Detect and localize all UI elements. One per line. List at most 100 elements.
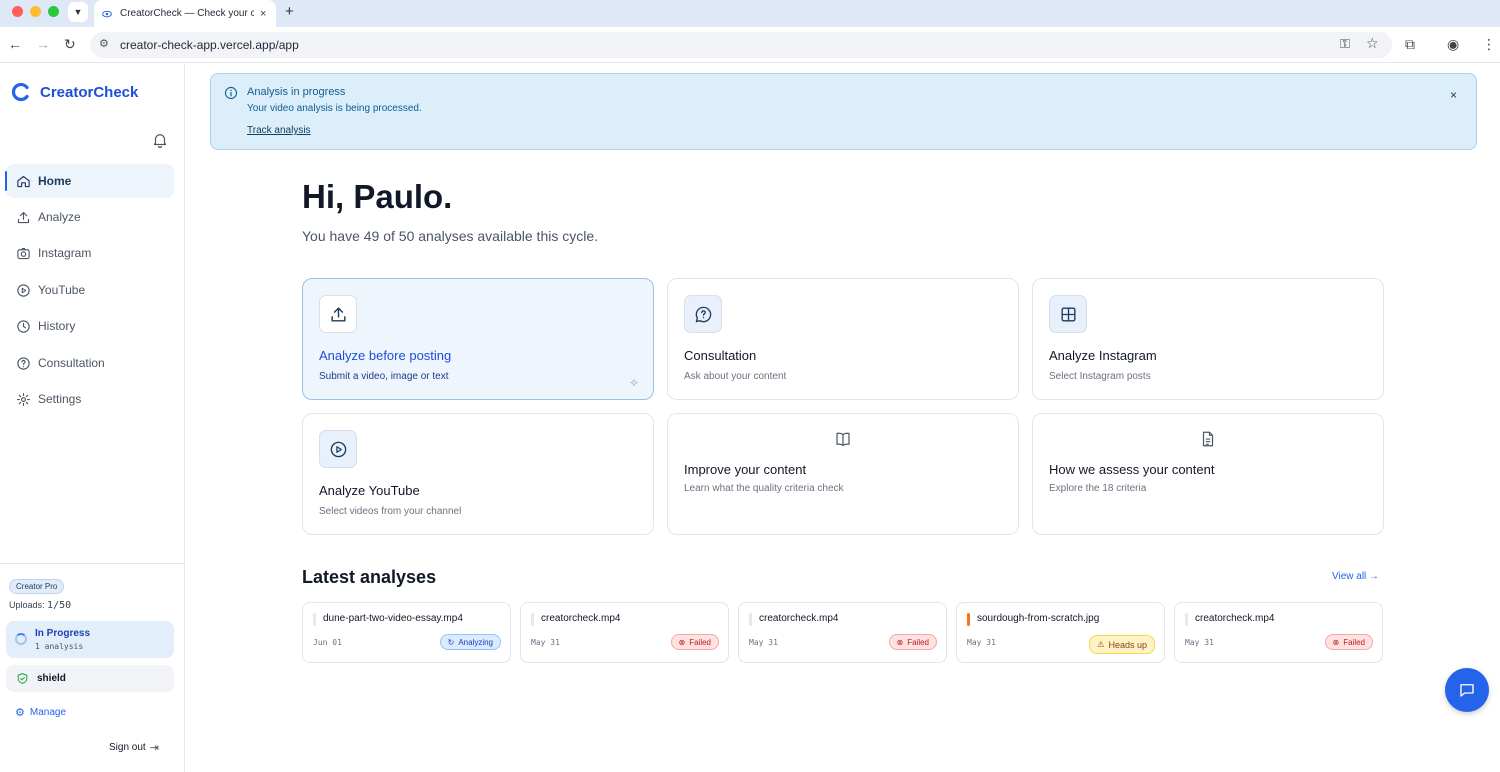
alert-close-icon[interactable]: × [1450,88,1457,102]
app-name: CreatorCheck [40,83,139,101]
analysis-filename: creatorcheck.mp4 [1195,613,1275,624]
card-consultation[interactable]: Consultation Ask about your content [667,278,1019,400]
info-icon [224,86,238,100]
key-icon[interactable]: ⚿ [1340,36,1350,52]
card-icon-box [684,295,722,333]
sidebar-item-history[interactable]: History [6,309,174,343]
profile-icon[interactable]: ◉ [1447,36,1459,53]
status-bar [1185,613,1188,626]
page-title: Hi, Paulo. [302,178,453,215]
in-progress-indicator[interactable]: In Progress 1 analysis [6,621,174,658]
analysis-card[interactable]: creatorcheck.mp4 May 31 ⊗ Failed [738,602,947,663]
warning-icon: ⚠ [1097,640,1105,649]
alert-body: Your video analysis is being processed. [247,103,422,114]
browser-menu-icon[interactable]: ⋮ [1482,36,1496,53]
window-close-button[interactable] [12,6,23,17]
help-circle-icon [17,356,30,370]
shield-check-icon [17,673,28,684]
status-badge: ⊗ Failed [1324,634,1373,650]
forward-icon[interactable]: → [36,36,50,52]
sidebar-item-label: Instagram [38,246,92,260]
analysis-card[interactable]: creatorcheck.mp4 May 31 ⊗ Failed [1174,602,1383,663]
analysis-filename: dune-part-two-video-essay.mp4 [323,613,463,624]
chat-question-icon [695,306,711,322]
status-badge: ⊗ Failed [888,634,937,650]
sidebar-item-analyze[interactable]: Analyze [6,200,174,234]
app-logo[interactable]: CreatorCheck [11,82,138,102]
card-subtitle: Select Instagram posts [1049,371,1151,382]
status-label: Failed [689,637,711,647]
sparkle-icon: ✧ [629,376,640,390]
reload-icon[interactable]: ↻ [64,36,76,53]
sidebar-item-consultation[interactable]: Consultation [6,346,174,380]
sign-out-button[interactable]: Sign out ⇥ [109,741,159,754]
address-bar[interactable]: ⚙ creator-check-app.vercel.app/app ⚿ ☆ [90,32,1392,58]
sign-out-label: Sign out [109,742,146,753]
status-bar [749,613,752,626]
sidebar-item-instagram[interactable]: Instagram [6,236,174,270]
card-title: How we assess your content [1049,462,1215,477]
card-analyze-before-posting[interactable]: Analyze before posting Submit a video, i… [302,278,654,400]
quota-subtitle: You have 49 of 50 analyses available thi… [302,228,599,244]
tab-close-icon[interactable]: × [260,8,266,20]
bell-icon[interactable] [151,131,169,149]
analysis-date: May 31 [531,638,560,647]
view-all-link[interactable]: View all → [1332,571,1379,582]
track-analysis-link[interactable]: Track analysis [247,125,311,136]
card-subtitle: Select videos from your channel [319,506,462,517]
window-zoom-button[interactable] [48,6,59,17]
sidebar-item-home[interactable]: Home [5,164,174,198]
status-bar [967,613,970,626]
sidebar-divider [0,563,184,564]
upload-icon [330,306,346,322]
card-icon-box [319,295,357,333]
uploads-counter: Uploads: 1/50 [9,600,71,611]
analysis-alert: Analysis in progress Your video analysis… [210,73,1477,150]
card-analyze-instagram[interactable]: Analyze Instagram Select Instagram posts [1032,278,1384,400]
analysis-card[interactable]: creatorcheck.mp4 May 31 ⊗ Failed [520,602,729,663]
new-tab-button[interactable]: + [285,3,294,20]
card-title: Analyze YouTube [319,483,420,498]
site-settings-icon[interactable]: ⚙ [99,37,109,50]
status-label: Heads up [1108,639,1147,650]
card-title: Improve your content [684,462,807,477]
card-subtitle: Explore the 18 criteria [1049,483,1147,494]
analysis-date: May 31 [967,638,996,647]
card-assessment-criteria[interactable]: How we assess your content Explore the 1… [1032,413,1384,535]
camera-icon [17,247,30,259]
tab-search-button[interactable]: ▼ [68,2,88,22]
analysis-date: Jun 01 [313,638,342,647]
back-icon[interactable]: ← [8,36,22,52]
browser-tab[interactable]: CreatorCheck — Check your content × [94,0,276,27]
spinner-icon [15,633,27,645]
analysis-card[interactable]: sourdough-from-scratch.jpg May 31 ⚠ Heads… [956,602,1165,663]
logo-icon [11,82,29,102]
sidebar-item-label: History [38,319,76,333]
manage-link[interactable]: ⚙ Manage [15,706,66,719]
sidebar-item-label: Settings [38,392,82,406]
sidebar-item-youtube[interactable]: YouTube [6,273,174,307]
document-icon [1202,431,1214,447]
home-icon [17,175,30,187]
extensions-icon[interactable]: ⧉ [1405,36,1415,53]
status-label: Failed [1343,637,1365,647]
browser-toolbar: ← → ↻ ⚙ creator-check-app.vercel.app/app… [0,27,1500,63]
play-circle-icon [17,283,30,297]
sign-out-icon: ⇥ [149,742,159,754]
browser-tab-bar: ▼ CreatorCheck — Check your content × + [0,0,1500,27]
play-circle-icon [330,441,346,457]
window-minimize-button[interactable] [30,6,41,17]
chat-button[interactable] [1445,668,1489,712]
shield-status[interactable]: shield [6,665,174,692]
card-icon-box [1049,295,1087,333]
card-analyze-youtube[interactable]: Analyze YouTube Select videos from your … [302,413,654,535]
eye-icon [102,10,112,17]
analysis-card[interactable]: dune-part-two-video-essay.mp4 Jun 01 ↻ An… [302,602,511,663]
card-improve-content[interactable]: Improve your content Learn what the qual… [667,413,1019,535]
shield-label: shield [37,673,66,684]
sidebar-item-settings[interactable]: Settings [6,382,174,416]
alert-title: Analysis in progress [247,86,346,98]
bookmark-star-icon[interactable]: ☆ [1366,35,1379,52]
sidebar: CreatorCheck Home Analyze Instagram YouT… [0,64,185,772]
status-label: Analyzing [458,637,493,647]
